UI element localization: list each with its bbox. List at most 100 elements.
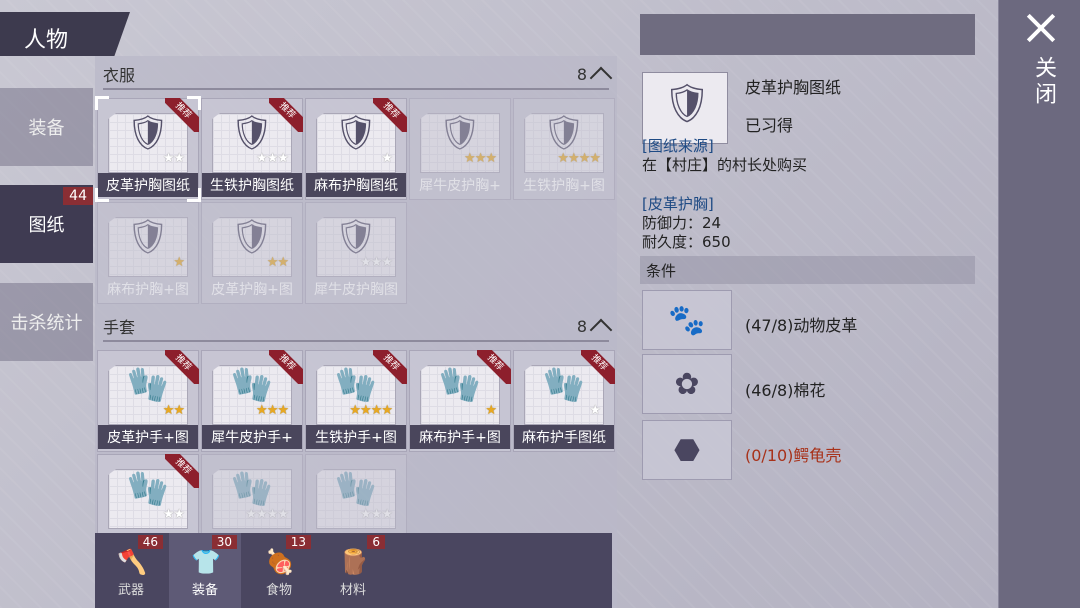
recommended-ribbon: 推荐 [373,98,407,132]
rarity-stars: ★★ [266,255,289,270]
star-icon: ★ [381,255,393,270]
chevron-up-icon[interactable] [589,318,613,342]
category-tabs: 🪓 46 武器 👕 30 装备 🍖 13 食物 🪵 6 材料 [95,533,612,608]
blueprint-card[interactable]: 🛡 ★★ 推荐 皮革护胸图纸 [95,96,201,202]
close-bar[interactable]: 关闭 [998,0,1080,608]
page-title-text: 人物 [24,28,69,53]
rarity-stars: ★★★ [360,255,393,270]
section-header-clothes[interactable]: 衣服 8 [103,60,613,90]
close-icon[interactable] [1025,10,1057,42]
material-icon: 🪵 [339,548,369,576]
selection-corner [95,96,109,110]
recommended-ribbon-text: 推荐 [165,454,199,488]
star-icon: ★ [277,151,289,166]
blueprint-card[interactable]: 🛡 ★ 麻布护胸+图 [97,202,199,304]
chevron-up-icon[interactable] [589,66,613,90]
blueprint-card[interactable]: 🧤 ★ 推荐 麻布护手+图 [409,350,511,452]
rarity-stars: ★★★ [256,403,289,418]
rarity-stars: ★★ [163,151,185,166]
blueprint-card[interactable]: 🛡 ★ 推荐 麻布护胸图纸 [305,98,407,200]
blueprint-card[interactable]: 🧤 ★ 推荐 麻布护手图纸 [513,350,615,452]
star-icon: ★ [162,403,175,418]
tab-label: 武器 [117,583,144,598]
chestplate-icon: 🛡 [542,113,586,153]
blueprint-name: 麻布护手图纸 [514,425,614,449]
blueprint-card[interactable]: 🧤 ★★★ 推荐 犀牛皮护手+ [201,350,303,452]
detail-item-title: [皮革护胸] [642,195,714,213]
blueprint-card[interactable]: 🛡 ★★★ 推荐 生铁护胸图纸 [201,98,303,200]
star-icon: ★ [381,403,393,418]
tab-equipment[interactable]: 👕 30 装备 [169,533,241,608]
blueprint-name: 麻布护手+图 [410,425,510,449]
blueprint-list-panel[interactable]: 衣服 8 🛡 ★★ 推荐 皮革护胸图纸 🛡 ★★★ 推荐 生铁护胸图纸 🛡 ★ 推荐 麻布护胸图纸 🛡 ★… [95,56,617,608]
nav-item-equipment[interactable]: 装备 [0,88,93,166]
blueprint-name: 生铁护胸+图 [523,178,605,194]
star-icon: ★ [266,507,279,522]
star-icon: ★ [256,403,268,418]
star-icon: ★ [381,151,393,166]
recommended-ribbon-text: 推荐 [269,350,303,384]
blueprint-card[interactable]: 🧤 ★★ 推荐 皮革护手+图 [97,350,199,452]
material-leather-count: (47/8)动物皮革 [745,316,858,335]
detail-defense: 防御力：24 [642,214,722,232]
detail-panel: 🛡 皮革护胸图纸 已习得 [图纸来源] 在【村庄】的村长处购买 [皮革护胸] 防… [640,14,976,608]
page-title: 人物 [0,12,130,56]
detail-durability: 耐久度：650 [642,233,731,251]
blueprint-card[interactable]: 🛡 ★★★ 犀牛皮护胸图 [305,202,407,304]
recommended-ribbon: 推荐 [165,454,199,488]
tab-weapons[interactable]: 🪓 46 武器 [95,533,167,608]
chestplate-icon: 🛡 [663,81,712,125]
cotton-icon: ✿ [674,366,700,402]
material-cotton[interactable]: ✿ [642,354,732,414]
rarity-stars: ★★★★ [245,507,289,522]
blueprint-card[interactable]: 🛡 ★★★★ 生铁护胸+图 [513,98,615,200]
blueprint-name: 犀牛皮护胸图 [314,282,398,298]
star-icon: ★ [589,151,601,166]
blueprint-count-badge: 44 [63,187,93,205]
chestplate-icon: 🛡 [334,217,378,257]
recommended-ribbon: 推荐 [165,350,199,384]
section-header-gloves[interactable]: 手套 8 [103,312,613,342]
star-icon: ★ [557,151,569,166]
recommended-ribbon-text: 推荐 [477,350,511,384]
star-icon: ★ [173,507,185,522]
star-icon: ★ [568,151,580,166]
detail-header-bar [640,14,975,55]
star-icon: ★ [360,403,372,418]
tab-label: 食物 [265,583,292,598]
recommended-ribbon: 推荐 [477,350,511,384]
star-icon: ★ [589,403,601,418]
blueprint-card[interactable]: 🛡 ★★ 皮革护胸+图 [201,202,303,304]
section-title-gloves: 手套 [103,318,136,337]
material-turtle-shell-count: (0/10)鳄龟壳 [745,446,842,465]
detail-source-text: 在【村庄】的村长处购买 [642,156,808,174]
blueprint-name: 皮革护手+图 [98,425,198,449]
star-icon: ★ [277,507,289,522]
section-count-gloves: 8 [576,316,587,336]
recommended-ribbon: 推荐 [581,350,615,384]
star-icon: ★ [578,151,591,166]
detail-item-card: 🛡 [642,72,728,144]
star-icon: ★ [360,255,372,270]
axe-icon: 🪓 [117,548,147,576]
material-leather[interactable]: 🐾 [642,290,732,350]
selection-corner [187,188,201,202]
food-icon: 🍖 [265,548,295,576]
star-icon: ★ [370,403,383,418]
blueprint-card[interactable]: 🛡 ★★★ 犀牛皮护胸+ [409,98,511,200]
detail-source-title: [图纸来源] [642,137,714,155]
nav-item-blueprints[interactable]: 图纸 44 [0,185,93,263]
tab-badge: 13 [285,535,311,549]
blueprint-card[interactable]: 🧤 ★★★★ 推荐 生铁护手+图 [305,350,407,452]
tab-materials[interactable]: 🪵 6 材料 [317,533,389,608]
nav-item-kill-stats[interactable]: 击杀统计 [0,283,93,361]
star-icon: ★ [266,255,279,270]
detail-item-name: 皮革护胸图纸 [745,78,842,97]
rarity-stars: ★ [173,255,185,270]
material-turtle-shell[interactable]: ⬣ [642,420,732,480]
tab-label: 材料 [339,583,366,598]
tab-food[interactable]: 🍖 13 食物 [243,533,315,608]
tab-label: 装备 [191,583,218,598]
star-icon: ★ [349,403,361,418]
recommended-ribbon: 推荐 [269,98,303,132]
